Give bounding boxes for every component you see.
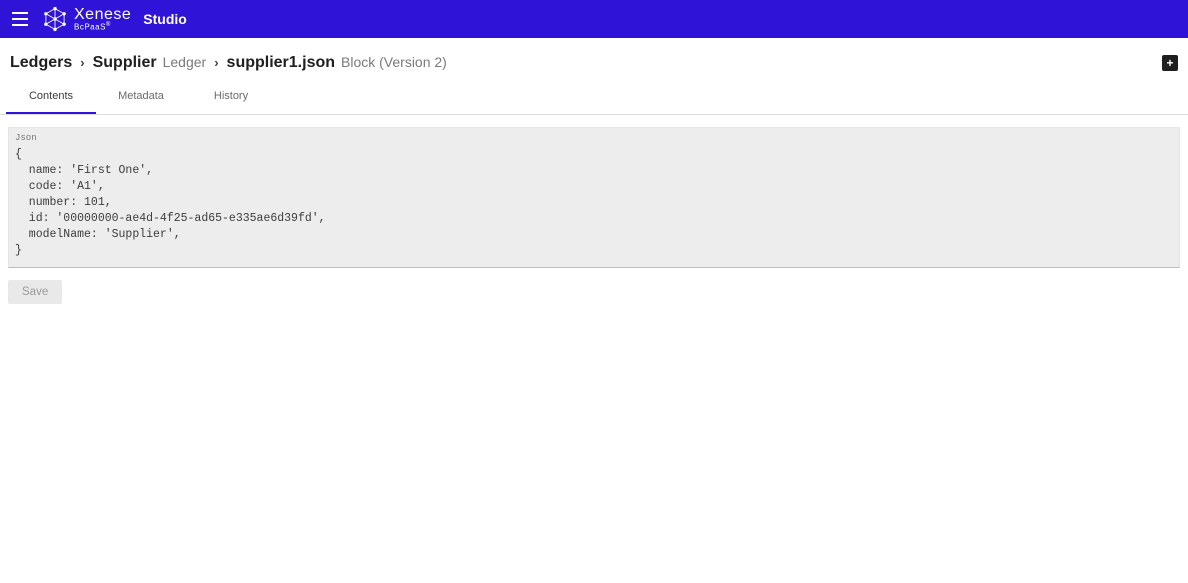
- code-body[interactable]: { name: 'First One', code: 'A1', number:…: [15, 147, 1173, 260]
- brand-name: Xenese: [74, 7, 131, 23]
- code-area: Json { name: 'First One', code: 'A1', nu…: [8, 127, 1180, 268]
- plus-icon: +: [1166, 57, 1173, 69]
- topbar: Xenese BcPaaS® Studio: [0, 0, 1188, 38]
- save-row: Save: [0, 268, 1188, 316]
- logo-icon: [42, 6, 68, 32]
- breadcrumb-ledgers[interactable]: Ledgers: [10, 54, 72, 72]
- chevron-right-icon: ›: [212, 55, 220, 70]
- menu-icon[interactable]: [8, 7, 32, 31]
- brand-subtitle: BcPaaS®: [74, 22, 131, 32]
- breadcrumb: Ledgers › Supplier Ledger › supplier1.js…: [10, 54, 447, 72]
- tab-contents[interactable]: Contents: [6, 80, 96, 114]
- breadcrumb-file[interactable]: supplier1.json: [227, 54, 335, 72]
- add-button[interactable]: +: [1162, 55, 1178, 71]
- chevron-right-icon: ›: [78, 55, 86, 70]
- code-label: Json: [15, 132, 1173, 145]
- brand: Xenese BcPaaS® Studio: [42, 6, 187, 32]
- save-button[interactable]: Save: [8, 280, 62, 304]
- breadcrumb-supplier[interactable]: Supplier: [93, 54, 157, 72]
- tab-metadata[interactable]: Metadata: [96, 80, 186, 114]
- tab-history[interactable]: History: [186, 80, 276, 114]
- brand-suffix: Studio: [143, 11, 187, 27]
- breadcrumb-block-label: Block (Version 2): [341, 54, 447, 70]
- brand-text: Xenese BcPaaS®: [74, 7, 131, 32]
- tabs: Contents Metadata History: [0, 80, 1188, 115]
- breadcrumb-ledger-label: Ledger: [163, 54, 207, 70]
- breadcrumb-row: Ledgers › Supplier Ledger › supplier1.js…: [0, 38, 1188, 80]
